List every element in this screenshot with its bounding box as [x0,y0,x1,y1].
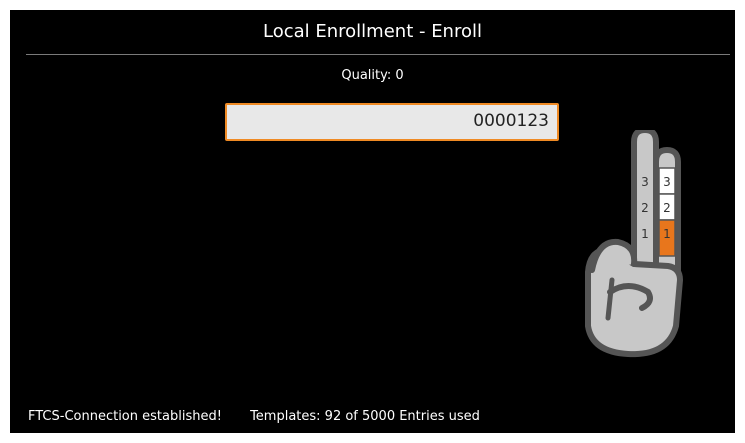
quality-value: 0 [395,68,404,83]
left-step-2-label: 2 [641,201,649,215]
quality-label: Quality: [341,68,392,83]
user-id-field[interactable]: 0000123 [225,103,559,141]
template-usage: Templates: 92 of 5000 Entries used [250,409,480,424]
status-bar: FTCS-Connection established! Templates: … [28,409,480,424]
title-divider [26,54,730,55]
index-finger-shape [631,130,659,273]
right-step-3-label: 3 [663,175,671,189]
left-step-1-label: 1 [641,227,649,241]
page-title: Local Enrollment - Enroll [263,21,482,42]
quality-readout: Quality: 0 [10,68,735,83]
enrollment-screen: Local Enrollment - Enroll Quality: 0 000… [10,10,735,433]
finger-scan-guide-icon: 3 2 1 3 2 1 [585,130,683,358]
right-step-1-label: 1 [663,227,671,241]
right-step-2-label: 2 [663,201,671,215]
connection-status: FTCS-Connection established! [28,409,222,424]
left-step-3-label: 3 [641,175,649,189]
